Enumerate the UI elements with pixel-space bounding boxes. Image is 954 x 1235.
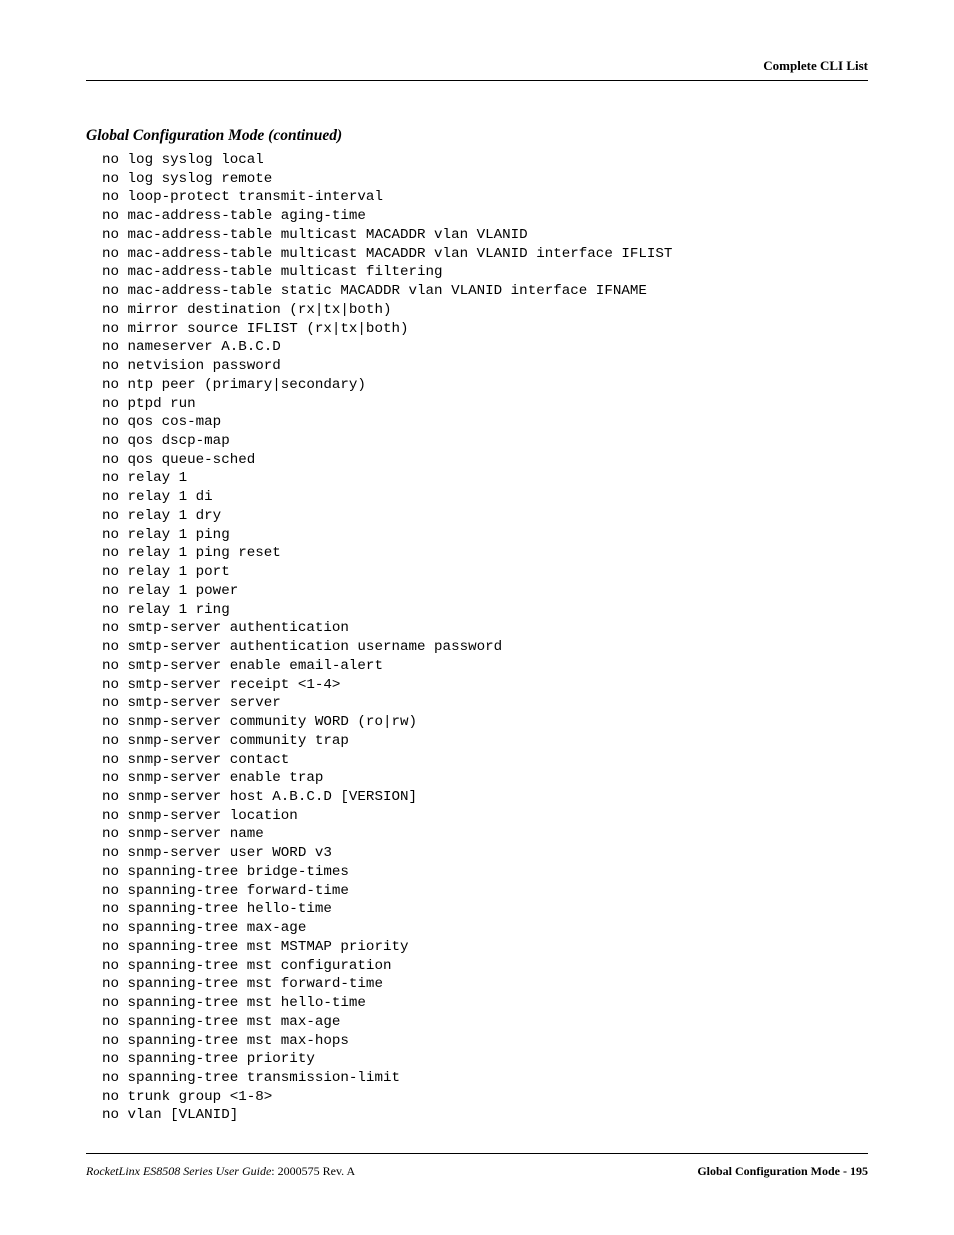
- cli-command-list: no log syslog local no log syslog remote…: [86, 151, 868, 1125]
- section-title: Global Configuration Mode (continued): [86, 127, 868, 145]
- header-right-title: Complete CLI List: [86, 58, 868, 80]
- footer-rule: [86, 1153, 868, 1154]
- footer-right: Global Configuration Mode - 195: [697, 1164, 868, 1179]
- header-rule: [86, 80, 868, 81]
- footer-left: RocketLinx ES8508 Series User Guide: 200…: [86, 1164, 355, 1179]
- footer-guide-name: RocketLinx ES8508 Series User Guide: [86, 1164, 271, 1178]
- footer-rev: : 2000575 Rev. A: [271, 1164, 355, 1178]
